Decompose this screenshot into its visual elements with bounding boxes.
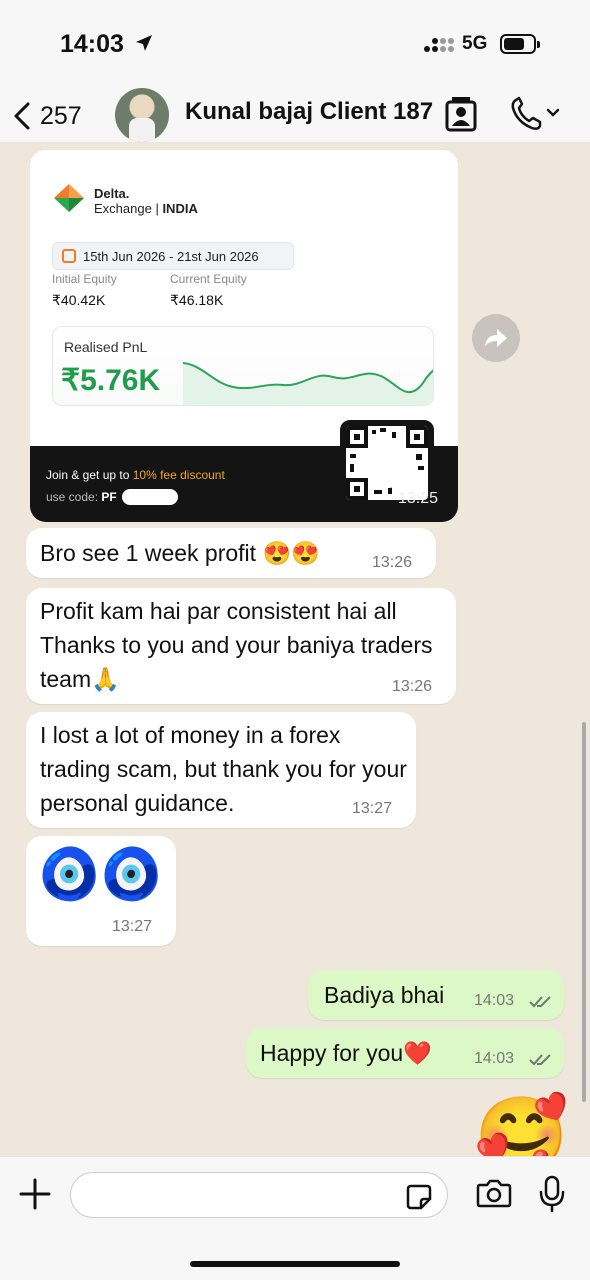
message-outgoing[interactable]: Badiya bhai 14:03 bbox=[308, 970, 564, 1020]
message-text: Profit kam hai par consistent hai all Th… bbox=[40, 598, 433, 692]
message-incoming[interactable]: 🧿🧿 13:27 bbox=[26, 836, 176, 946]
message-emoji[interactable]: 🥰 bbox=[474, 1092, 569, 1156]
brand-name: Delta. Exchange | INDIA bbox=[94, 186, 198, 216]
message-input[interactable] bbox=[70, 1172, 448, 1218]
plus-icon[interactable] bbox=[18, 1177, 52, 1211]
unread-count: 257 bbox=[40, 101, 82, 130]
message-time: 14:03 bbox=[474, 992, 515, 1009]
double-check-icon bbox=[529, 1054, 551, 1066]
message-time: 13:26 bbox=[392, 678, 433, 695]
initial-equity-value: ₹40.42K bbox=[52, 292, 106, 308]
contact-name[interactable]: Kunal bajaj Client 187 bbox=[185, 98, 433, 126]
location-arrow-icon bbox=[136, 35, 152, 51]
message-time: 13:27 bbox=[352, 800, 393, 817]
signal-icon bbox=[424, 38, 454, 52]
sticker-icon[interactable] bbox=[405, 1183, 433, 1211]
message-time: 14:03 bbox=[474, 1050, 515, 1067]
pnl-label: Realised PnL bbox=[64, 339, 148, 355]
pnl-box: Realised PnL ₹5.76K bbox=[52, 326, 434, 406]
composer-bar bbox=[0, 1156, 590, 1280]
microphone-icon[interactable] bbox=[538, 1175, 566, 1213]
current-equity-value: ₹46.18K bbox=[170, 292, 224, 308]
forward-icon bbox=[485, 329, 507, 347]
pnl-sparkline bbox=[183, 362, 433, 405]
scrollbar[interactable] bbox=[582, 722, 586, 1102]
double-check-icon bbox=[529, 996, 551, 1008]
message-text: Badiya bhai bbox=[324, 982, 445, 1008]
message-emoji: 🧿🧿 bbox=[38, 846, 163, 902]
phone-icon[interactable] bbox=[508, 94, 562, 134]
shared-pnl-card[interactable]: Delta. Exchange | INDIA 15th Jun 2026 - … bbox=[30, 150, 458, 522]
message-text: Bro see 1 week profit 😍😍 bbox=[40, 540, 320, 566]
delta-logo-icon bbox=[54, 184, 84, 212]
current-equity-label: Current Equity bbox=[170, 272, 247, 286]
calendar-icon bbox=[62, 249, 76, 263]
redacted-code bbox=[122, 489, 178, 505]
chat-area[interactable]: Delta. Exchange | INDIA 15th Jun 2026 - … bbox=[0, 142, 590, 1156]
promo-text: Join & get up to 10% fee discount bbox=[46, 468, 225, 482]
battery-icon bbox=[500, 34, 540, 54]
card-timestamp: 13:25 bbox=[398, 490, 439, 507]
pnl-value: ₹5.76K bbox=[61, 364, 161, 397]
camera-icon[interactable] bbox=[476, 1177, 512, 1209]
chat-header: 257 Kunal bajaj Client 187 bbox=[0, 88, 590, 142]
network-type: 5G bbox=[462, 33, 488, 54]
back-button[interactable]: 257 bbox=[12, 98, 92, 134]
message-text: Happy for you❤️ bbox=[260, 1040, 432, 1066]
message-incoming[interactable]: Profit kam hai par consistent hai all Th… bbox=[26, 588, 456, 704]
message-incoming[interactable]: Bro see 1 week profit 😍😍 13:26 bbox=[26, 528, 436, 578]
status-time: 14:03 bbox=[60, 30, 124, 58]
avatar[interactable] bbox=[115, 88, 169, 142]
chevron-left-icon bbox=[14, 102, 30, 130]
video-contact-icon[interactable] bbox=[444, 94, 478, 134]
message-outgoing[interactable]: Happy for you❤️ 14:03 bbox=[246, 1028, 564, 1078]
message-time: 13:27 bbox=[112, 918, 153, 935]
initial-equity-label: Initial Equity bbox=[52, 272, 117, 286]
date-range: 15th Jun 2026 - 21st Jun 2026 bbox=[52, 242, 294, 270]
status-bar: 14:03 5G bbox=[0, 0, 590, 88]
promo-code: use code: PF bbox=[46, 490, 117, 504]
message-incoming[interactable]: I lost a lot of money in a forex trading… bbox=[26, 712, 416, 828]
home-indicator bbox=[190, 1261, 400, 1267]
message-time: 13:26 bbox=[372, 554, 413, 571]
forward-button[interactable] bbox=[472, 314, 520, 362]
